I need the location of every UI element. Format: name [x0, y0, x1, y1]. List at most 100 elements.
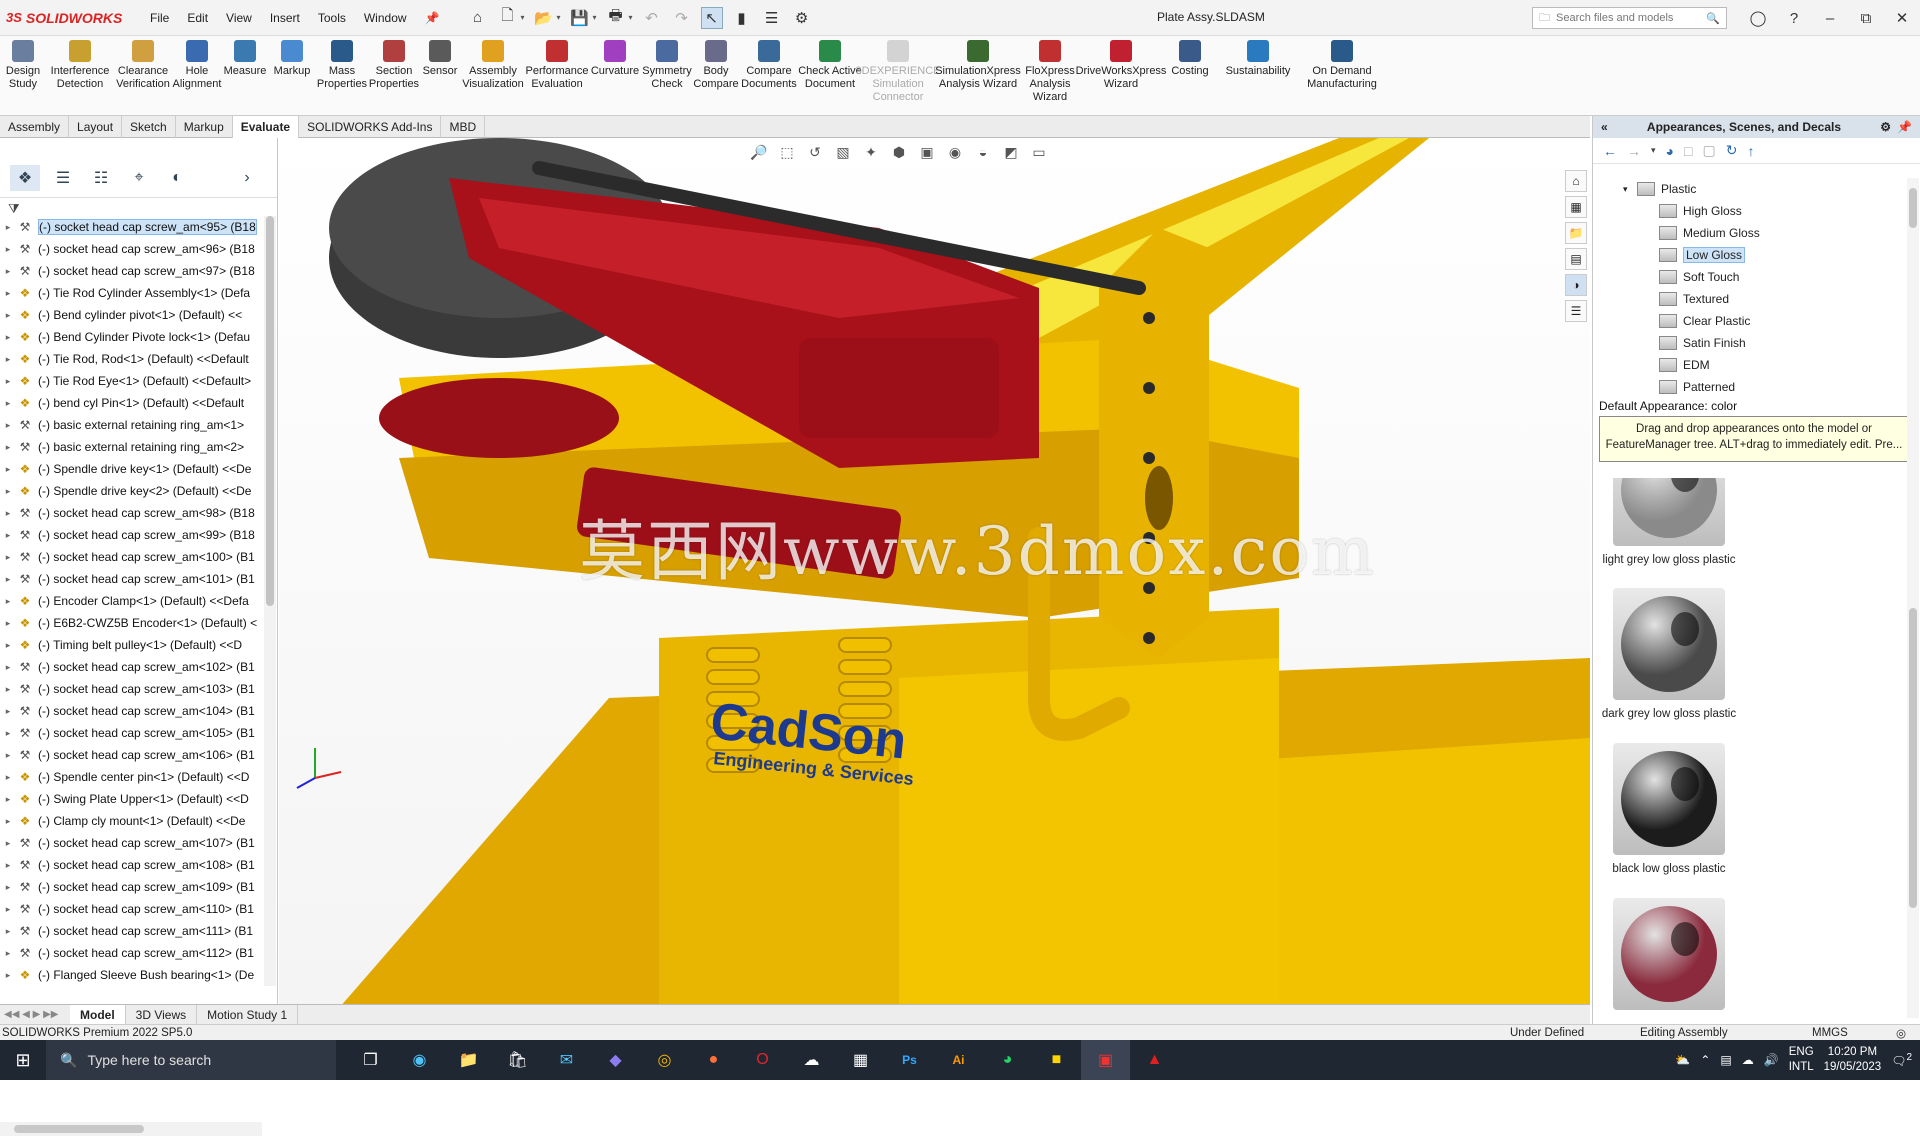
chevron-right-icon[interactable]: ▸: [0, 530, 16, 541]
chevron-right-icon[interactable]: ▸: [0, 816, 16, 827]
tree-node[interactable]: ▸ ❖ (-) Tie Rod Cylinder Assembly<1> (Defa: [0, 282, 265, 304]
appearance-folder-high-gloss[interactable]: High Gloss: [1593, 200, 1905, 222]
chevron-right-icon[interactable]: ▸: [0, 904, 16, 915]
tree-node[interactable]: ▸ ❖ (-) Tie Rod Eye<1> (Default) <<Default…: [0, 370, 265, 392]
chevron-right-icon[interactable]: ▸: [0, 508, 16, 519]
solidworks-taskbar-icon[interactable]: ▣: [1081, 1040, 1130, 1080]
view-settings-icon[interactable]: ▭: [1029, 142, 1049, 162]
tree-node[interactable]: ▸ ⚒ (-) socket head cap screw_am<111> (B1: [0, 920, 265, 942]
tree-node[interactable]: ▸ ⚒ (-) socket head cap screw_am<97> (B18: [0, 260, 265, 282]
chevron-right-icon[interactable]: ▸: [0, 838, 16, 849]
appearance-swatch[interactable]: dark grey low gloss plastic: [1599, 588, 1739, 720]
tree-node[interactable]: ▸ ⚒ (-) socket head cap screw_am<102> (B1: [0, 656, 265, 678]
tree-node[interactable]: ▸ ❖ (-) Bend cylinder pivot<1> (Default) <…: [0, 304, 265, 326]
markup-button[interactable]: Markup: [268, 36, 316, 115]
tree-node[interactable]: ▸ ⚒ (-) socket head cap screw_am<104> (B1: [0, 700, 265, 722]
floxpress-analysis-wizard-button[interactable]: FloXpress Analysis Wizard: [1022, 36, 1078, 115]
chevron-right-icon[interactable]: ▸: [0, 728, 16, 739]
interference-detection-button[interactable]: Interference Detection: [46, 36, 114, 115]
appearance-folder-low-gloss[interactable]: Low Gloss: [1593, 244, 1905, 266]
tree-node[interactable]: ▸ ❖ (-) E6B2-CWZ5B Encoder<1> (Default) <: [0, 612, 265, 634]
performance-evaluation-button[interactable]: Performance Evaluation: [526, 36, 589, 115]
help-icon[interactable]: ?: [1776, 10, 1812, 27]
search-input[interactable]: Search files and models: [1556, 12, 1700, 24]
chevron-right-icon[interactable]: ▸: [0, 354, 16, 365]
notifications-icon[interactable]: 🗨2: [1891, 1052, 1912, 1068]
chevron-right-icon[interactable]: ▸: [0, 464, 16, 475]
options-gear-icon[interactable]: ⚙: [791, 7, 813, 29]
chevron-right-icon[interactable]: ▸: [0, 486, 16, 497]
tree-node[interactable]: ▸ ⚒ (-) basic external retaining ring_am<2…: [0, 436, 265, 458]
folder-plastic[interactable]: ▾ Plastic: [1593, 178, 1905, 200]
chevron-down-icon[interactable]: ▾: [1651, 145, 1656, 156]
file-explorer-icon[interactable]: 📁: [1565, 222, 1587, 244]
appearance-folder-patterned[interactable]: Patterned: [1593, 376, 1905, 398]
volume-icon[interactable]: 🔊: [1764, 1053, 1779, 1067]
clock[interactable]: 10:20 PM 19/05/2023: [1824, 1045, 1882, 1075]
firefox-icon[interactable]: ●: [689, 1040, 738, 1080]
costing-button[interactable]: Costing: [1164, 36, 1216, 115]
acrobat-icon[interactable]: ▲: [1130, 1040, 1179, 1080]
tree-node[interactable]: ▸ ⚒ (-) socket head cap screw_am<96> (B18: [0, 238, 265, 260]
menu-edit[interactable]: Edit: [178, 11, 217, 25]
display-style-icon[interactable]: ▣: [917, 142, 937, 162]
appearance-folder-clear-plastic[interactable]: Clear Plastic: [1593, 310, 1905, 332]
view-palette-icon[interactable]: ▤: [1565, 248, 1587, 270]
symmetry-check-button[interactable]: Symmetry Check: [642, 36, 692, 115]
illustrator-icon[interactable]: Ai: [934, 1040, 983, 1080]
displaymanager-tab-icon[interactable]: ◐: [162, 165, 192, 191]
graphics-area[interactable]: CadSon Engineering & Services 🔎 ⬚ ↺ ▧ ✦ …: [279, 138, 1590, 1008]
chevron-down-icon[interactable]: ▾: [1623, 184, 1637, 195]
3dexperience-simulation-connector-button[interactable]: 3DEXPERIENCE Simulation Connector: [856, 36, 941, 115]
propertymanager-tab-icon[interactable]: ☰: [48, 165, 78, 191]
body-compare-button[interactable]: Body Compare: [692, 36, 740, 115]
chevron-right-icon[interactable]: ▸: [0, 618, 16, 629]
chevron-right-icon[interactable]: ▸: [0, 750, 16, 761]
section-view-icon[interactable]: ▧: [833, 142, 853, 162]
edge-icon[interactable]: ◉: [395, 1040, 444, 1080]
scrollbar-thumb[interactable]: [14, 1125, 144, 1133]
scrollbar-thumb[interactable]: [1909, 608, 1917, 908]
opera-icon[interactable]: O: [738, 1040, 787, 1080]
open-folder-icon[interactable]: 📂: [533, 7, 555, 29]
chevron-right-icon[interactable]: ▸: [0, 772, 16, 783]
minimize-button[interactable]: –: [1812, 10, 1848, 27]
tree-node[interactable]: ▸ ❖ (-) Spendle center pin<1> (Default) <<…: [0, 766, 265, 788]
taskbar-search-input[interactable]: Type here to search: [87, 1052, 211, 1068]
pin-icon[interactable]: 📌: [1897, 120, 1912, 134]
file-properties-icon[interactable]: ☰: [761, 7, 783, 29]
chevron-right-icon[interactable]: ▸: [0, 860, 16, 871]
edit-appearance-icon[interactable]: ◒: [973, 142, 993, 162]
up-one-level-icon[interactable]: ↑: [1747, 143, 1754, 159]
back-icon[interactable]: ←: [1603, 143, 1617, 159]
chevron-right-icon[interactable]: ›: [232, 165, 262, 191]
tree-node[interactable]: ▸ ⚒ (-) socket head cap screw_am<106> (B1: [0, 744, 265, 766]
appearance-folder-textured[interactable]: Textured: [1593, 288, 1905, 310]
view-orientation-icon[interactable]: ⬢: [889, 142, 909, 162]
tree-node[interactable]: ▸ ⚒ (-) socket head cap screw_am<99> (B18: [0, 524, 265, 546]
add-file-location-icon[interactable]: □: [1684, 143, 1692, 159]
tree-node[interactable]: ▸ ⚒ (-) socket head cap screw_am<107> (B1: [0, 832, 265, 854]
tab-3d-views[interactable]: 3D Views: [126, 1004, 198, 1025]
user-icon[interactable]: ◯: [1740, 9, 1776, 27]
check-active-document-button[interactable]: Check Active Document: [798, 36, 862, 115]
chevron-right-icon[interactable]: ▸: [0, 398, 16, 409]
chevron-right-icon[interactable]: ▸: [0, 794, 16, 805]
tree-node[interactable]: ▸ ⚒ (-) socket head cap screw_am<95> (B18: [0, 216, 265, 238]
hide-show-items-icon[interactable]: ◉: [945, 142, 965, 162]
tree-node[interactable]: ▸ ❖ (-) Spendle drive key<1> (Default) <<D…: [0, 458, 265, 480]
menu-view[interactable]: View: [217, 11, 261, 25]
sticky-notes-icon[interactable]: ■: [1032, 1040, 1081, 1080]
menu-insert[interactable]: Insert: [261, 11, 309, 25]
appearance-folder-soft-touch[interactable]: Soft Touch: [1593, 266, 1905, 288]
chevron-right-icon[interactable]: ▸: [0, 266, 16, 277]
compare-documents-button[interactable]: Compare Documents: [740, 36, 798, 115]
restore-button[interactable]: ⧉: [1848, 10, 1884, 27]
featuremanager-tab-icon[interactable]: ❖: [10, 164, 40, 191]
tree-node[interactable]: ▸ ⚒ (-) socket head cap screw_am<101> (B1: [0, 568, 265, 590]
tree-node[interactable]: ▸ ⚒ (-) socket head cap screw_am<100> (B1: [0, 546, 265, 568]
chevron-down-icon[interactable]: ▾: [521, 13, 525, 22]
tab-markup[interactable]: Markup: [176, 116, 233, 138]
app-icon[interactable]: ☁: [787, 1040, 836, 1080]
search-icon[interactable]: 🔍: [1706, 12, 1720, 25]
